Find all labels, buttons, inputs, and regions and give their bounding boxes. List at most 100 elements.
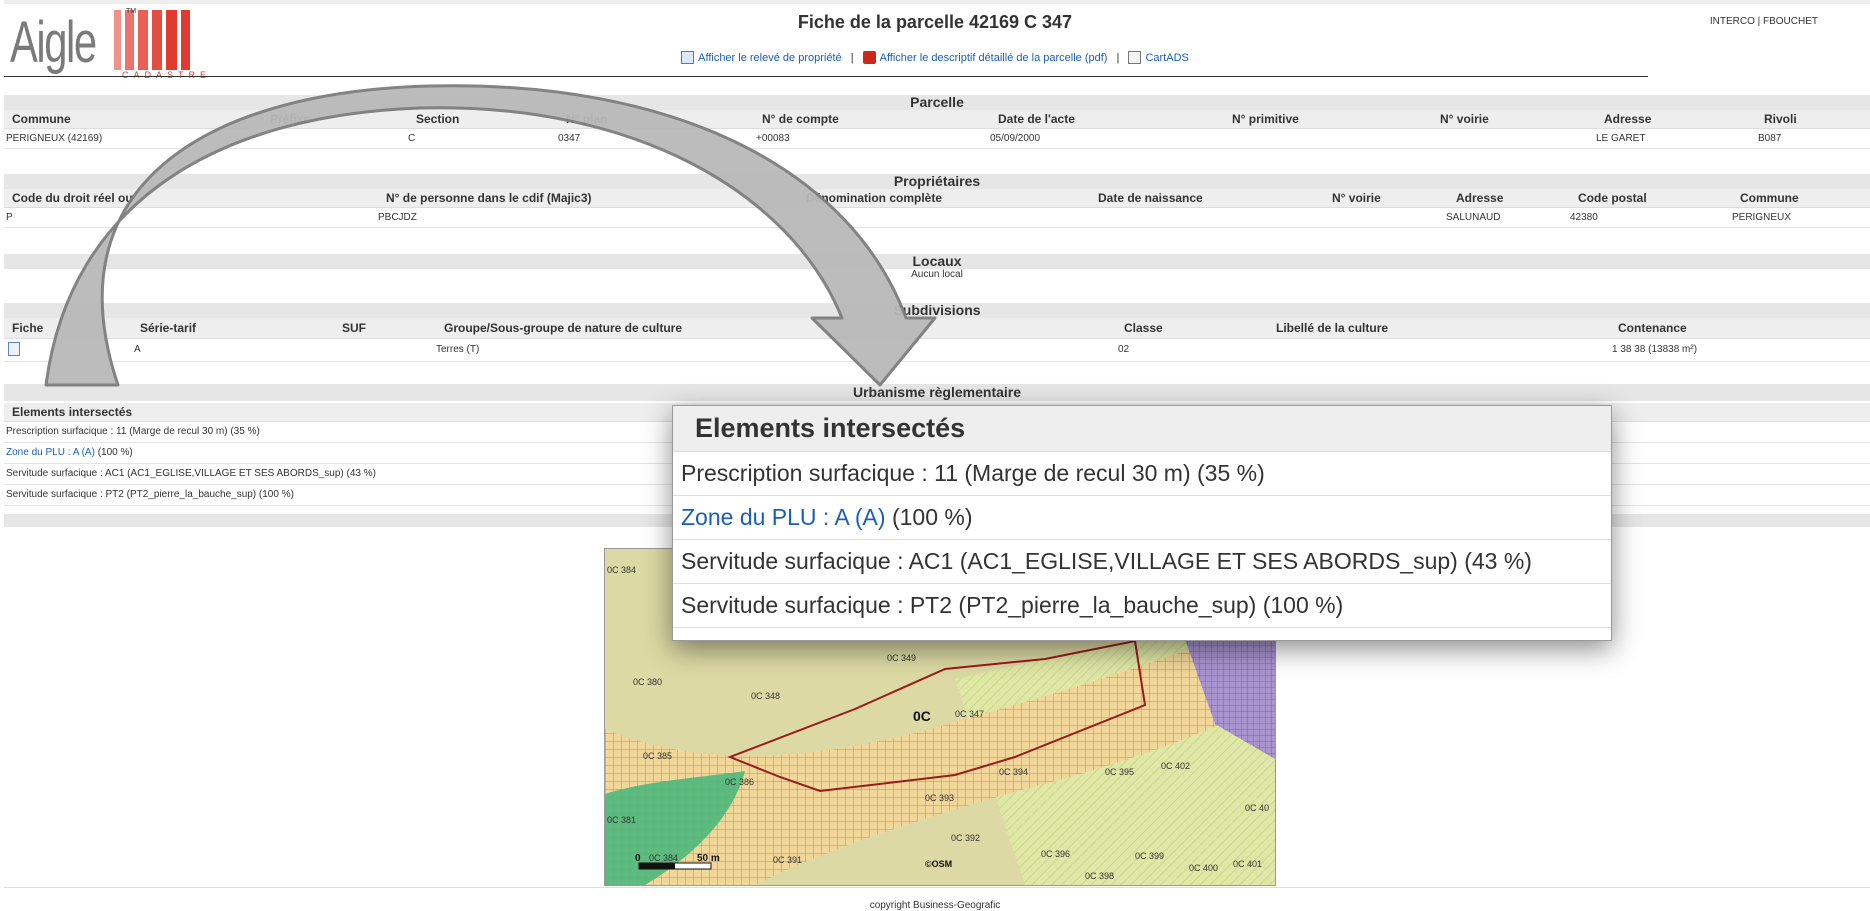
cell-plan: 0347	[558, 133, 581, 144]
cell-classe: 02	[1118, 344, 1130, 355]
releve-link[interactable]: Afficher le relevé de propriété	[698, 52, 842, 64]
proprietaires-section: Propriétaires Code du droit réel ou N° d…	[4, 174, 1870, 228]
col-contenance: Contenance	[1618, 321, 1687, 335]
col-groupe: Groupe/Sous-groupe de nature de culture	[444, 321, 683, 335]
col-code-postal: Code postal	[1578, 191, 1647, 205]
map-label: 0C 398	[1085, 871, 1114, 881]
map-label: 0C 384	[607, 565, 636, 575]
col-adresse: Adresse	[1456, 191, 1504, 205]
zoom-header: Elements intersectés	[673, 406, 1611, 452]
map-label: 0C 402	[1161, 761, 1190, 771]
cell-serie-tarif: A	[134, 344, 141, 355]
map-label: 0C 399	[1135, 851, 1164, 861]
parcelle-title: Parcelle	[4, 95, 1870, 110]
map-label: 0C 393	[925, 793, 954, 803]
zoom-callout: Elements intersectés Prescription surfac…	[672, 405, 1612, 641]
col-voirie: N° voirie	[1440, 112, 1489, 126]
subdivisions-section: Subdivisions Fiche Série-tarif SUF Group…	[4, 303, 1870, 362]
urbanisme-item-text: Servitude surfacique : PT2 (PT2_pierre_l…	[6, 489, 294, 500]
zoom-item-text: Prescription surfacique : 11 (Marge de r…	[681, 460, 1265, 486]
subdivisions-header-row: Fiche Série-tarif SUF Groupe/Sous-groupe…	[4, 318, 1870, 339]
subdivisions-title: Subdivisions	[4, 303, 1870, 318]
logo-subtitle: CADASTRE	[122, 70, 212, 80]
pdf-icon[interactable]	[862, 51, 876, 64]
cell-compte: +00083	[756, 133, 790, 144]
col-code-droit: Code du droit réel ou	[12, 191, 133, 205]
col-plan: N° plan	[566, 112, 608, 126]
col-suf: SUF	[342, 321, 366, 335]
zoom-item: Servitude surfacique : PT2 (PT2_pierre_l…	[673, 584, 1611, 628]
parcelle-row: PERIGNEUX (42169) C 0347 +00083 05/09/20…	[4, 129, 1870, 149]
col-fiche: Fiche	[12, 321, 44, 335]
cell-code-postal: 42380	[1570, 212, 1598, 223]
cartads-icon[interactable]	[1128, 51, 1142, 64]
map-label: 0C 40	[1245, 803, 1269, 813]
cartads-link[interactable]: CartADS	[1145, 52, 1188, 64]
proprietaires-header-row: Code du droit réel ou N° de personne dan…	[4, 189, 1870, 208]
cell-adresse: SALUNAUD	[1446, 212, 1501, 223]
cell-date-acte: 05/09/2000	[990, 133, 1041, 144]
col-section: Section	[416, 112, 460, 126]
map-label: 0C 381	[607, 815, 636, 825]
action-links: Afficher le relevé de propriété | Affich…	[0, 51, 1870, 64]
cell-commune: PERIGNEUX (42169)	[6, 133, 103, 144]
cell-commune: PERIGNEUX	[1732, 212, 1791, 223]
zoom-item-text: (100 %)	[885, 504, 973, 530]
map-label: 0C 385	[643, 751, 672, 761]
zoom-item-text: Servitude surfacique : PT2 (PT2_pierre_l…	[681, 592, 1344, 618]
map-label: 0C 396	[1041, 849, 1070, 859]
urbanisme-item-text: Servitude surfacique : AC1 (AC1_EGLISE,V…	[6, 468, 376, 479]
map-label: 0C 384	[649, 853, 678, 863]
col-voirie: N° voirie	[1332, 191, 1381, 205]
header-divider	[4, 76, 1648, 77]
scale-zero: 0	[635, 853, 641, 864]
zoom-item-text: Servitude surfacique : AC1 (AC1_EGLISE,V…	[681, 548, 1532, 574]
cell-section: C	[408, 133, 416, 144]
parcelle-header-row: Commune Préfixe Section N° plan N° de co…	[4, 110, 1870, 129]
col-prefixe: Préfixe	[270, 112, 311, 126]
map-label: 0C 347	[955, 709, 984, 719]
cell-groupe: Terres (T)	[436, 344, 480, 355]
user-info: INTERCO | FBOUCHET	[1709, 16, 1818, 27]
col-primitive: N° primitive	[1232, 112, 1299, 126]
col-commune: Commune	[12, 112, 71, 126]
fiche-document-icon[interactable]	[8, 342, 20, 356]
col-compte: N° de compte	[762, 112, 839, 126]
col-adresse: Adresse	[1604, 112, 1652, 126]
zoom-item: Zone du PLU : A (A) (100 %)	[673, 496, 1611, 540]
map-label: 0C 395	[1105, 767, 1134, 777]
urbanisme-title: Urbanisme règlementaire	[4, 384, 1870, 401]
col-rivoli: Rivoli	[1764, 112, 1797, 126]
col-denomination: Dénomination complète	[806, 191, 943, 205]
cell-code-droit: P	[6, 212, 13, 223]
map-label: 0C 386	[725, 777, 754, 787]
map-label: 0C 349	[887, 653, 916, 663]
link-separator: |	[850, 52, 854, 64]
cell-rivoli: B087	[1758, 133, 1782, 144]
locaux-section: Locaux Aucun local	[4, 254, 1870, 283]
zoom-zone-plu-link[interactable]: Zone du PLU : A (A)	[681, 504, 886, 530]
col-date-acte: Date de l'acte	[998, 112, 1075, 126]
zoom-item: Prescription surfacique : 11 (Marge de r…	[673, 452, 1611, 496]
map-label: 0C 380	[633, 677, 662, 687]
map-label: 0C 391	[773, 855, 802, 865]
scale-end: 50 m	[697, 853, 720, 864]
descriptif-pdf-link[interactable]: Afficher le descriptif détaillé de la pa…	[880, 52, 1108, 64]
document-icon[interactable]	[681, 51, 695, 64]
zoom-item: Servitude surfacique : AC1 (AC1_EGLISE,V…	[673, 540, 1611, 584]
col-elements-intersectes: Elements intersectés	[12, 405, 133, 419]
parcelle-section: Parcelle Commune Préfixe Section N° plan…	[4, 95, 1870, 149]
locaux-title: Locaux	[4, 254, 1870, 269]
urbanisme-item-text: Prescription surfacique : 11 (Marge de r…	[6, 426, 260, 437]
section-label: 0C	[913, 708, 931, 724]
map-label: 0C 394	[999, 767, 1028, 777]
col-commune: Commune	[1740, 191, 1799, 205]
map-label: 0C 392	[951, 833, 980, 843]
map-label: 0C 401	[1233, 859, 1262, 869]
zone-plu-link[interactable]: Zone du PLU : A (A)	[6, 447, 95, 458]
col-serie-tarif: Série-tarif	[140, 321, 197, 335]
cell-contenance: 1 38 38 (13838 m²)	[1612, 344, 1698, 355]
footer-copyright: copyright Business-Geografic	[869, 900, 1001, 911]
osm-attribution: ©OSM	[925, 859, 952, 869]
subdivisions-row: A Terres (T) 02 1 38 38 (13838 m²)	[4, 339, 1870, 362]
